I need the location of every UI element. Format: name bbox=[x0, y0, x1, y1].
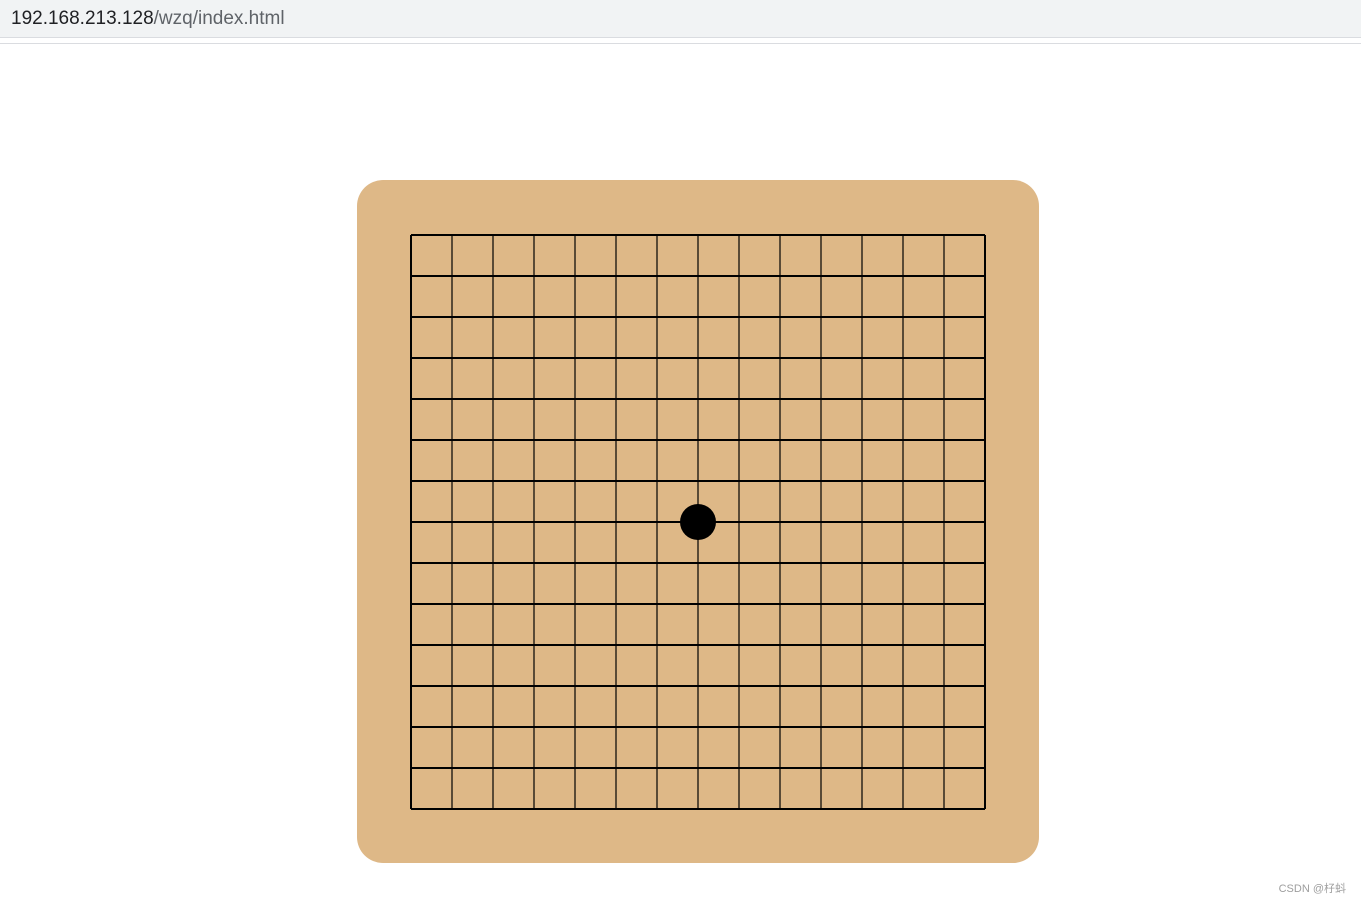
url-text[interactable]: 192.168.213.128/wzq/index.html bbox=[11, 7, 285, 31]
gomoku-board[interactable] bbox=[357, 180, 1039, 863]
watermark: CSDN @杍蚪 bbox=[1278, 883, 1346, 895]
url-path: /wzq/index.html bbox=[153, 8, 285, 29]
stones bbox=[680, 504, 716, 540]
black-stone bbox=[680, 504, 716, 540]
url-host: 192.168.213.128 bbox=[11, 8, 154, 29]
board-canvas[interactable] bbox=[357, 180, 1039, 863]
address-bar[interactable]: 192.168.213.128/wzq/index.html bbox=[0, 0, 1361, 38]
toolbar-divider bbox=[0, 43, 1361, 44]
